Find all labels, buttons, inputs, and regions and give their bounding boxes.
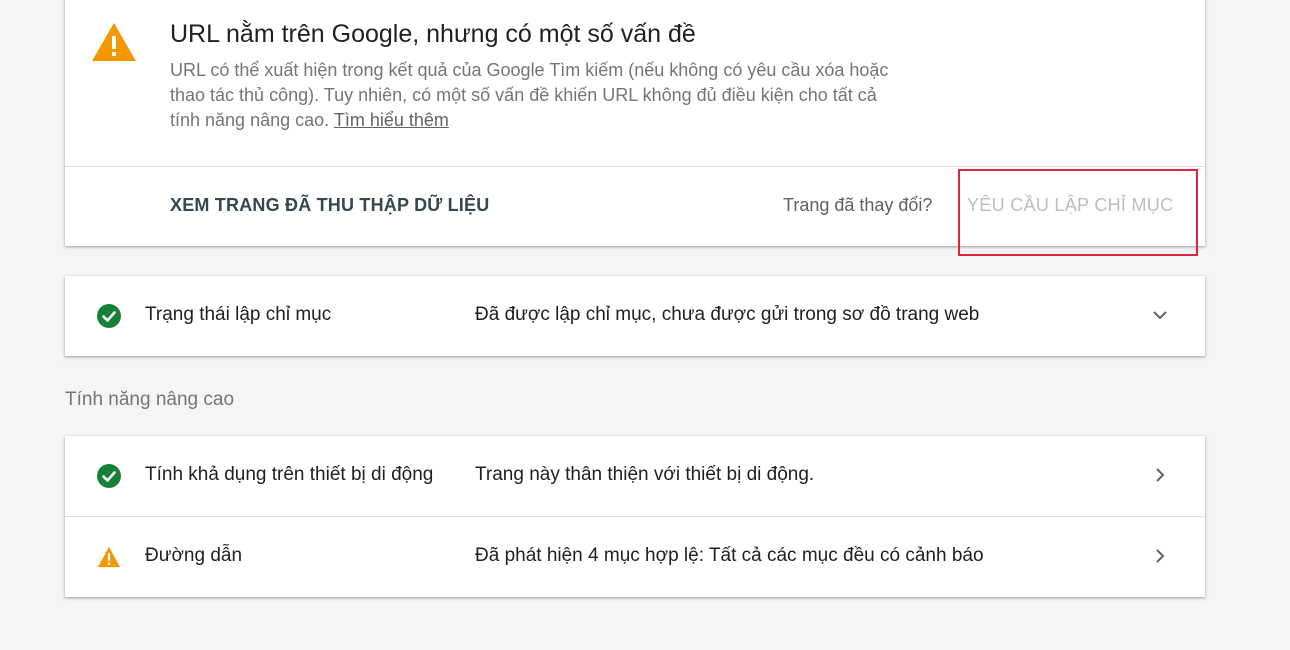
chevron-down-icon[interactable] [1149,304,1171,326]
enhancements-heading: Tính năng nâng cao [65,389,235,410]
verdict-summary: URL nằm trên Google, nhưng có một số vấn… [65,0,1205,167]
index-status-value: Đã được lập chỉ mục, chưa được gửi trong… [475,304,980,325]
enhancements-card: Tính khả dụng trên thiết bị di động Tran… [65,436,1205,597]
index-status-row[interactable]: Trạng thái lập chỉ mục Đã được lập chỉ m… [65,276,1205,356]
breadcrumbs-row[interactable]: Đường dẫn Đã phát hiện 4 mục hợp lệ: Tất… [65,516,1205,597]
check-circle-icon [97,464,121,488]
index-status-card: Trạng thái lập chỉ mục Đã được lập chỉ m… [65,276,1205,356]
page-changed-label: Trang đã thay đổi? [783,195,933,215]
breadcrumbs-value: Đã phát hiện 4 mục hợp lệ: Tất cả các mụ… [475,545,984,566]
learn-more-link[interactable]: Tìm hiểu thêm [334,110,449,130]
verdict-description: URL có thể xuất hiện trong kết quả của G… [170,58,890,133]
verdict-description-text: URL có thể xuất hiện trong kết quả của G… [170,60,889,130]
mobile-usability-value: Trang này thân thiện với thiết bị di độn… [475,464,815,485]
chevron-right-icon[interactable] [1149,464,1171,486]
breadcrumbs-label: Đường dẫn [145,545,243,566]
warning-icon [97,546,121,568]
request-indexing-highlight [958,169,1198,256]
verdict-title: URL nằm trên Google, nhưng có một số vấn… [170,20,696,48]
chevron-right-icon[interactable] [1149,545,1171,567]
index-status-label: Trạng thái lập chỉ mục [145,304,332,325]
check-circle-icon [97,304,121,328]
mobile-usability-label: Tính khả dụng trên thiết bị di động [145,464,434,485]
warning-icon [92,23,136,61]
mobile-usability-row[interactable]: Tính khả dụng trên thiết bị di động Tran… [65,436,1205,516]
view-crawled-page-button[interactable]: XEM TRANG ĐÃ THU THẬP DỮ LIỆU [170,195,489,216]
